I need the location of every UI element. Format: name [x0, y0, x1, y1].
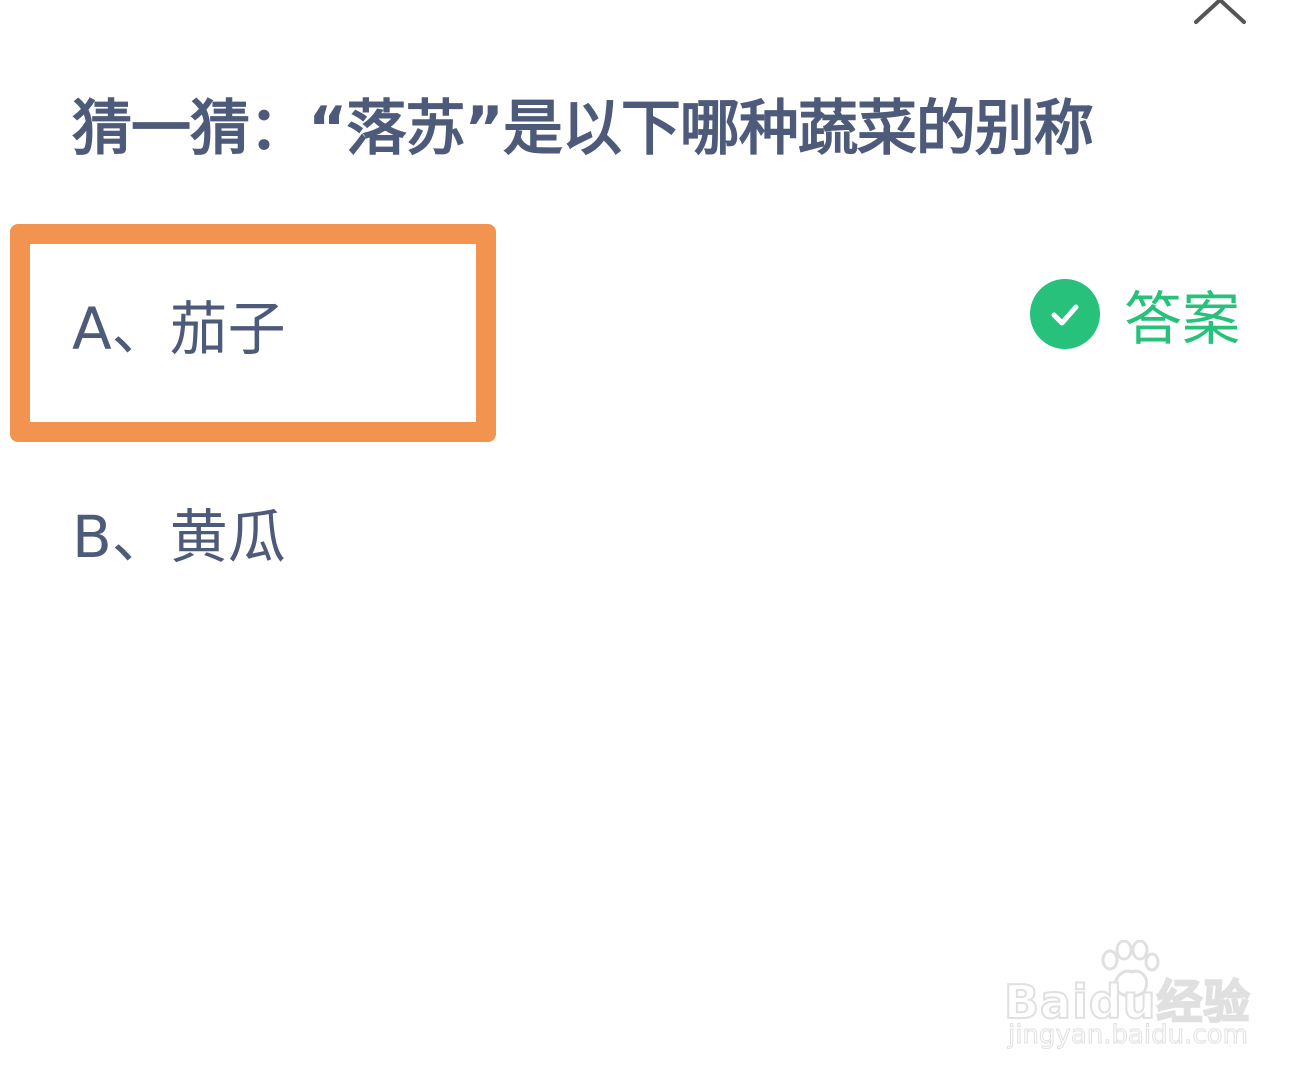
- watermark: Baidu经验 jingyan.baidu.com: [1003, 940, 1251, 1051]
- check-circle-icon: [1030, 279, 1100, 349]
- option-a[interactable]: A、茄子: [72, 282, 286, 366]
- quiz-page: 猜一猜：“落苏”是以下哪种蔬菜的别称 A、茄子 答案 B、黄瓜 Baidu经验 …: [0, 0, 1312, 1078]
- answer-label: 答案: [1124, 285, 1241, 353]
- question-title: 猜一猜：“落苏”是以下哪种蔬菜的别称: [72, 94, 1094, 164]
- chevron-up-icon: [1194, 0, 1246, 24]
- collapse-button[interactable]: [1188, 0, 1252, 28]
- answer-button[interactable]: 答案: [1030, 278, 1240, 353]
- option-b[interactable]: B、黄瓜: [72, 490, 286, 574]
- watermark-url: jingyan.baidu.com: [1008, 1020, 1249, 1051]
